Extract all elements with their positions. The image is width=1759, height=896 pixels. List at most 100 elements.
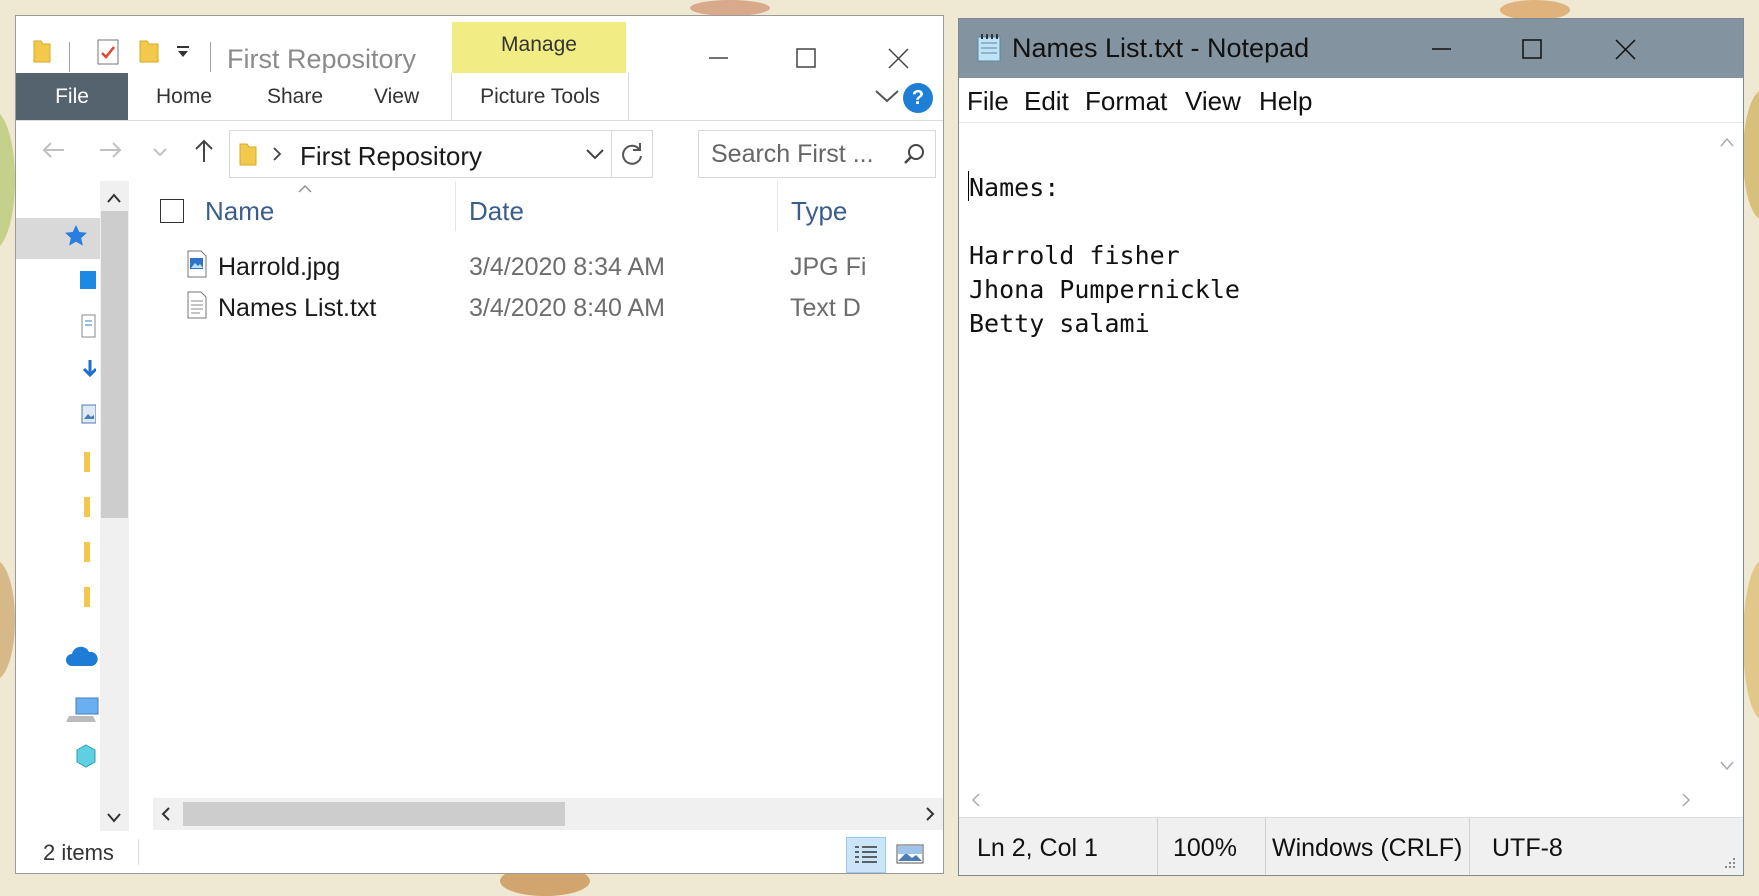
divider (1157, 818, 1158, 875)
up-arrow-icon[interactable] (193, 138, 215, 164)
horizontal-scroll-thumb[interactable] (183, 802, 565, 826)
file-row[interactable]: Harrold.jpg 3/4/2020 8:34 AM JPG Fi (187, 248, 943, 285)
search-box[interactable] (698, 130, 936, 178)
encoding: UTF-8 (1492, 834, 1563, 862)
column-divider[interactable] (777, 181, 778, 231)
search-input[interactable] (711, 139, 886, 169)
menu-view[interactable]: View (1185, 86, 1241, 117)
menu-edit[interactable]: Edit (1024, 86, 1069, 117)
wallpaper-decoration (0, 560, 15, 680)
nav-pane-scroll-thumb[interactable] (101, 211, 128, 518)
tab-share[interactable]: Share (267, 73, 323, 120)
select-all-checkbox[interactable] (160, 199, 184, 223)
file-name[interactable]: Harrold.jpg (218, 253, 340, 282)
properties-icon[interactable] (96, 38, 120, 66)
folder-icon[interactable] (76, 449, 96, 475)
scroll-right-arrow-icon[interactable] (925, 807, 935, 821)
tab-view[interactable]: View (374, 73, 419, 120)
column-header-date[interactable]: Date (469, 196, 524, 227)
minimize-button[interactable] (688, 38, 748, 78)
sort-ascending-icon (298, 185, 312, 193)
scrollbar-corner (1709, 783, 1743, 817)
desktop-icon[interactable] (76, 269, 96, 291)
this-pc-icon[interactable] (64, 696, 100, 724)
details-view-button[interactable] (846, 837, 886, 873)
tab-manage[interactable]: Manage (452, 22, 626, 73)
scroll-left-arrow-icon[interactable] (161, 807, 171, 821)
maximize-button[interactable] (776, 38, 836, 78)
text-line: Names: (969, 173, 1060, 202)
image-file-icon (187, 250, 207, 278)
quick-access-star-icon[interactable] (63, 223, 89, 249)
column-header-name[interactable]: Name (205, 196, 274, 227)
text-file-icon (187, 291, 207, 319)
notepad-window: Names List.txt - Notepad File Edit Forma… (958, 18, 1744, 876)
wallpaper-decoration (1743, 90, 1759, 220)
folder-icon[interactable] (76, 584, 96, 610)
expand-ribbon-icon[interactable] (874, 87, 900, 105)
text-line: Jhona Pumpernickle (969, 275, 1240, 304)
horizontal-scrollbar[interactable] (153, 798, 943, 830)
notepad-icon (975, 33, 1003, 63)
notepad-status-bar: Ln 2, Col 1 100% Windows (CRLF) UTF-8 (959, 817, 1743, 875)
column-header-type[interactable]: Type (791, 196, 847, 227)
close-button[interactable] (868, 38, 928, 78)
menu-file[interactable]: File (967, 86, 1009, 117)
horizontal-scrollbar[interactable] (959, 783, 1709, 817)
documents-icon[interactable] (76, 313, 96, 339)
tab-file[interactable]: File (16, 73, 128, 120)
close-button[interactable] (1595, 29, 1655, 69)
menu-format[interactable]: Format (1085, 86, 1167, 117)
item-count: 2 items (43, 840, 114, 865)
resize-grip-icon[interactable] (1721, 856, 1737, 872)
back-arrow-icon[interactable] (40, 140, 66, 160)
scroll-up-arrow-icon[interactable] (107, 193, 121, 203)
scroll-down-arrow-icon[interactable] (1720, 761, 1734, 771)
3d-objects-icon[interactable] (74, 743, 98, 769)
navigation-bar: First Repository (16, 121, 943, 178)
divider (210, 42, 211, 72)
vertical-scrollbar[interactable] (1709, 123, 1743, 783)
text-editor[interactable]: Names: Harrold fisher Jhona Pumpernickle… (959, 123, 1709, 783)
scroll-up-arrow-icon[interactable] (1720, 137, 1734, 147)
file-type: Text D (790, 294, 861, 322)
window-title: First Repository (227, 44, 417, 74)
forward-arrow-icon[interactable] (98, 140, 124, 160)
tab-home[interactable]: Home (156, 73, 212, 120)
address-bar[interactable]: First Repository (229, 130, 612, 178)
maximize-button[interactable] (1502, 29, 1562, 69)
divider (1469, 818, 1470, 875)
column-divider[interactable] (455, 181, 456, 231)
large-icons-view-button[interactable] (891, 837, 929, 871)
new-folder-icon[interactable] (138, 38, 160, 64)
minimize-button[interactable] (1411, 29, 1471, 69)
address-path[interactable]: First Repository (300, 141, 482, 172)
text-line: Harrold fisher (969, 241, 1180, 270)
chevron-down-icon[interactable] (585, 148, 605, 161)
file-row[interactable]: Names List.txt 3/4/2020 8:40 AM Text D (187, 289, 943, 326)
folder-icon (238, 141, 258, 167)
scroll-down-arrow-icon[interactable] (107, 813, 121, 823)
folder-icon[interactable] (76, 539, 96, 565)
divider (138, 839, 139, 865)
line-ending: Windows (CRLF) (1272, 834, 1463, 862)
refresh-button[interactable] (612, 130, 653, 178)
file-list: Name Date Type Harrold.jpg 3/4/2020 8:34… (137, 181, 943, 831)
customize-toolbar-icon[interactable] (176, 46, 190, 58)
chevron-right-icon[interactable] (272, 147, 282, 161)
onedrive-cloud-icon[interactable] (64, 646, 100, 668)
pictures-icon[interactable] (76, 403, 96, 425)
explorer-title-bar: First Repository Manage (16, 16, 943, 74)
help-button[interactable]: ? (903, 83, 933, 113)
downloads-icon[interactable] (76, 358, 96, 382)
text-line: Betty salami (969, 309, 1150, 338)
scroll-right-arrow-icon[interactable] (1681, 793, 1691, 807)
tab-picture-tools[interactable]: Picture Tools (451, 73, 629, 120)
scroll-left-arrow-icon[interactable] (971, 793, 981, 807)
recent-locations-icon[interactable] (153, 147, 167, 157)
folder-icon[interactable] (76, 494, 96, 520)
search-icon[interactable] (903, 143, 925, 165)
zoom-level: 100% (1173, 834, 1237, 862)
file-name[interactable]: Names List.txt (218, 294, 376, 323)
menu-help[interactable]: Help (1259, 86, 1312, 117)
